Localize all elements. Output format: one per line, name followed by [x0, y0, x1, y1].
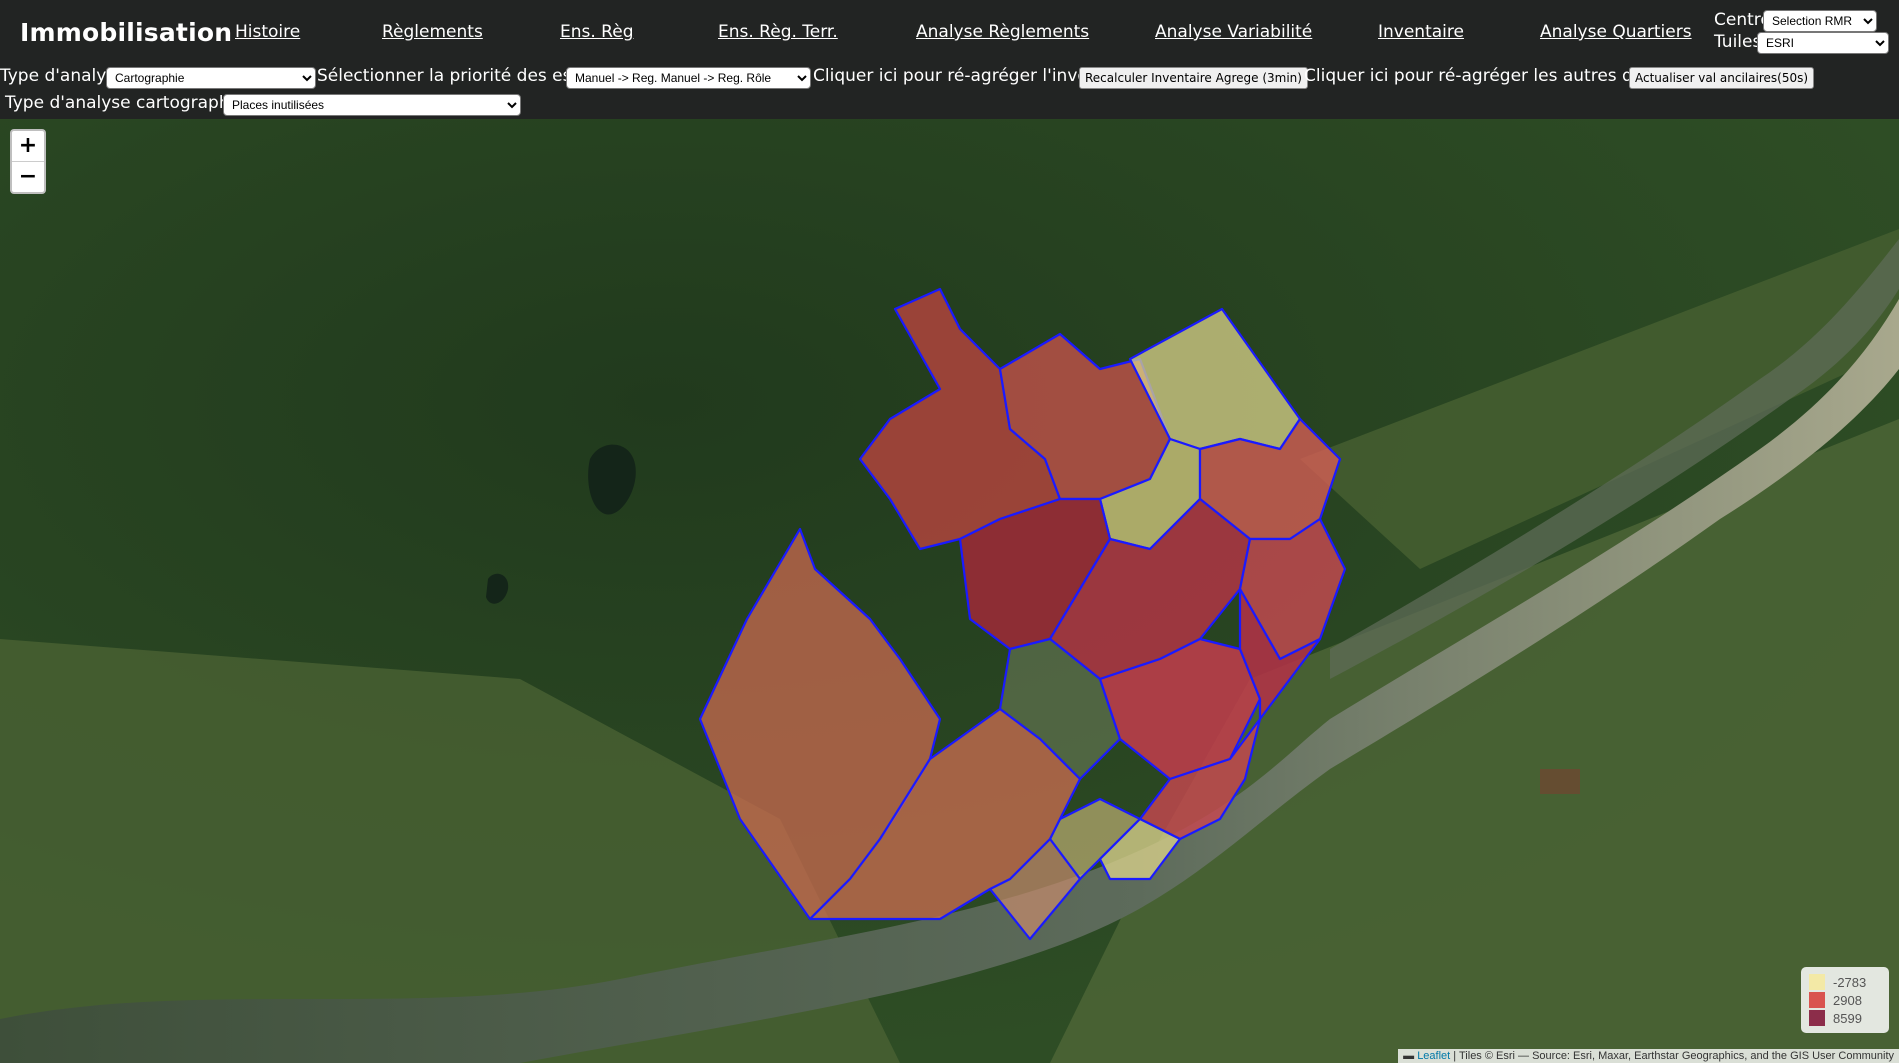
satellite-basemap — [0, 119, 1899, 1063]
nav-ens-reg-terr[interactable]: Ens. Règ. Terr. — [718, 22, 838, 42]
legend-row: 2908 — [1809, 991, 1881, 1009]
app-title: Immobilisation — [20, 18, 233, 47]
carto-type-select[interactable]: Places inutilisées — [223, 94, 521, 116]
legend-swatch — [1809, 1010, 1825, 1026]
nav-histoire[interactable]: Histoire — [235, 22, 300, 42]
legend-row: -2783 — [1809, 973, 1881, 991]
priority-select[interactable]: Manuel -> Reg. Manuel -> Reg. Rôle — [566, 67, 811, 89]
zoom-out-button[interactable]: − — [12, 162, 44, 192]
nav-ens-reg[interactable]: Ens. Règ — [560, 22, 633, 42]
tuiles-label: Tuiles — [1714, 32, 1762, 52]
nav-analyse-reglements[interactable]: Analyse Règlements — [916, 22, 1089, 42]
legend-swatch — [1809, 974, 1825, 990]
attribution-text: | Tiles © Esri — Source: Esri, Maxar, Ea… — [1450, 1050, 1894, 1062]
zoom-control: + − — [10, 129, 46, 194]
zoom-in-button[interactable]: + — [12, 131, 44, 162]
legend-row: 8599 — [1809, 1009, 1881, 1027]
centre-select[interactable]: Selection RMR — [1763, 10, 1877, 32]
legend-label: -2783 — [1833, 974, 1867, 990]
nav-inventaire[interactable]: Inventaire — [1378, 22, 1464, 42]
map-view[interactable]: + − -2783 2908 8599 ▬ Leaflet | Tiles © … — [0, 119, 1899, 1063]
top-navbar: Immobilisation Histoire Règlements Ens. … — [0, 0, 1899, 65]
nav-analyse-quartiers[interactable]: Analyse Quartiers — [1540, 22, 1692, 42]
map-legend: -2783 2908 8599 — [1801, 967, 1889, 1033]
ukraine-flag-icon: ▬ — [1403, 1050, 1415, 1062]
legend-label: 2908 — [1833, 992, 1862, 1008]
nav-analyse-variabilite[interactable]: Analyse Variabilité — [1155, 22, 1312, 42]
legend-swatch — [1809, 992, 1825, 1008]
legend-label: 8599 — [1833, 1010, 1862, 1026]
analysis-type-select[interactable]: Cartographie — [106, 67, 316, 89]
map-attribution: ▬ Leaflet | Tiles © Esri — Source: Esri,… — [1398, 1049, 1899, 1063]
nav-reglements[interactable]: Règlements — [382, 22, 483, 42]
update-ancillary-button[interactable]: Actualiser val ancilaires(50s) — [1629, 67, 1815, 89]
tuiles-select[interactable]: ESRI — [1757, 32, 1889, 54]
analysis-controls: Type d'analyse Cartographie Sélectionner… — [0, 64, 1899, 119]
leaflet-link[interactable]: Leaflet — [1417, 1050, 1450, 1062]
recalculate-inventory-button[interactable]: Recalculer Inventaire Agrege (3min) — [1079, 67, 1308, 89]
